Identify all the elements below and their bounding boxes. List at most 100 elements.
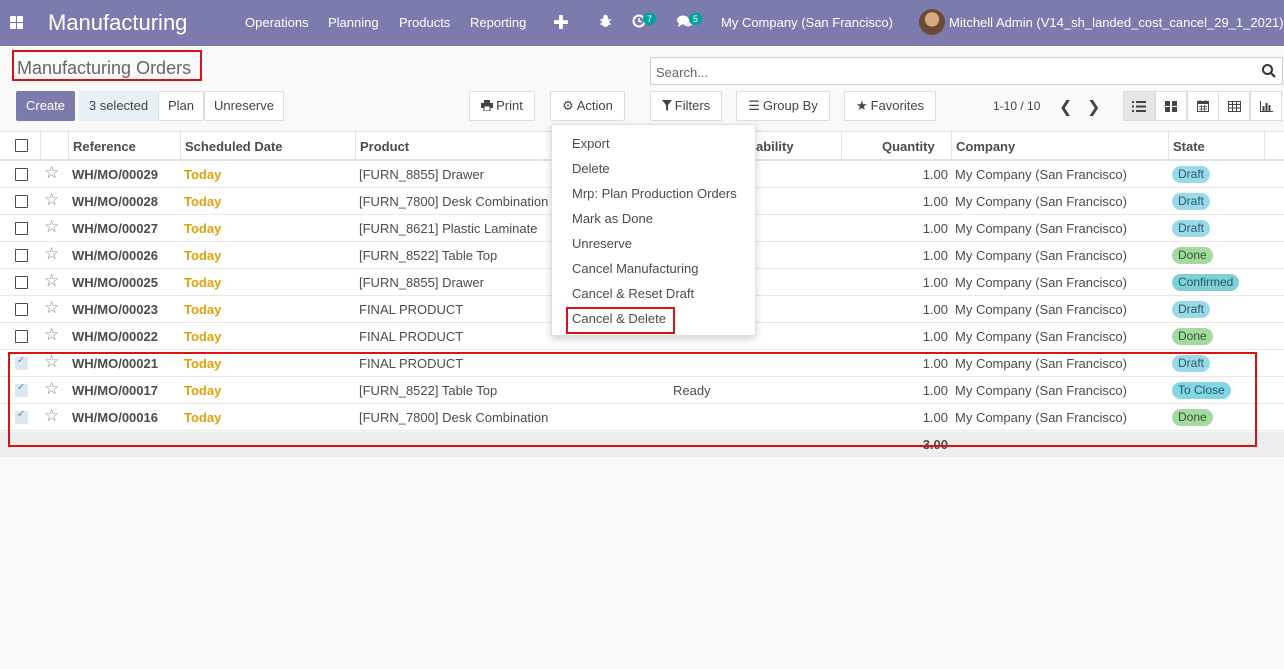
status-badge: Draft bbox=[1172, 193, 1211, 210]
group-by-button[interactable]: ☰ Group By bbox=[736, 91, 830, 121]
header-product[interactable]: Product bbox=[360, 139, 409, 154]
row-quantity: 1.00 bbox=[922, 248, 948, 263]
menu-products[interactable]: Products bbox=[399, 15, 450, 30]
highlight-selected-rows-box bbox=[8, 352, 1257, 447]
row-product: [FURN_7800] Desk Combination bbox=[359, 194, 549, 209]
plan-button[interactable]: Plan bbox=[158, 91, 204, 121]
row-reference: WH/MO/00026 bbox=[72, 248, 158, 263]
action-menu-item[interactable]: Cancel Manufacturing bbox=[572, 261, 698, 276]
graph-view-icon[interactable] bbox=[1250, 91, 1282, 121]
search-icon[interactable] bbox=[1261, 63, 1277, 79]
row-checkbox[interactable] bbox=[15, 303, 28, 316]
row-reference: WH/MO/00029 bbox=[72, 167, 158, 182]
header-state[interactable]: State bbox=[1173, 139, 1205, 154]
filters-button[interactable]: Filters bbox=[650, 91, 722, 121]
header-company[interactable]: Company bbox=[956, 139, 1015, 154]
menu-planning[interactable]: Planning bbox=[328, 15, 379, 30]
row-quantity: 1.00 bbox=[922, 194, 948, 209]
status-badge: Draft bbox=[1172, 220, 1211, 237]
pivot-view-icon[interactable] bbox=[1218, 91, 1250, 121]
row-product: FINAL PRODUCT bbox=[359, 329, 464, 344]
selected-count: 3 selected bbox=[79, 91, 158, 121]
highlight-cancel-delete-box bbox=[566, 307, 675, 334]
priority-star-icon[interactable]: ☆ bbox=[44, 326, 59, 343]
row-checkbox[interactable] bbox=[15, 330, 28, 343]
row-checkbox[interactable] bbox=[15, 222, 28, 235]
row-company: My Company (San Francisco) bbox=[955, 167, 1127, 182]
row-scheduled-date: Today bbox=[184, 194, 222, 209]
top-navbar: Manufacturing Operations Planning Produc… bbox=[0, 0, 1284, 46]
page-title: Manufacturing Orders bbox=[12, 50, 202, 81]
pager-next-icon[interactable]: ❯ bbox=[1087, 97, 1100, 117]
menu-reporting[interactable]: Reporting bbox=[470, 15, 526, 30]
favorites-label: Favorites bbox=[870, 98, 925, 113]
header-scheduled-date[interactable]: Scheduled Date bbox=[185, 139, 283, 154]
user-menu[interactable]: Mitchell Admin (V14_sh_landed_cost_cance… bbox=[949, 15, 1284, 30]
search-placeholder: Search... bbox=[656, 65, 709, 80]
row-quantity: 1.00 bbox=[922, 329, 948, 344]
company-switcher[interactable]: My Company (San Francisco) bbox=[721, 15, 893, 30]
row-scheduled-date: Today bbox=[184, 302, 222, 317]
row-checkbox[interactable] bbox=[15, 168, 28, 181]
list-lines-icon: ☰ bbox=[748, 98, 760, 113]
row-quantity: 1.00 bbox=[922, 275, 948, 290]
app-name: Manufacturing bbox=[48, 10, 188, 35]
header-reference[interactable]: Reference bbox=[73, 139, 136, 154]
status-badge: Draft bbox=[1172, 166, 1211, 183]
row-scheduled-date: Today bbox=[184, 221, 222, 236]
row-checkbox[interactable] bbox=[15, 276, 28, 289]
row-scheduled-date: Today bbox=[184, 248, 222, 263]
priority-star-icon[interactable]: ☆ bbox=[44, 191, 59, 208]
row-checkbox[interactable] bbox=[15, 195, 28, 208]
gear-icon: ⚙ bbox=[562, 98, 574, 113]
row-product: [FURN_8522] Table Top bbox=[359, 248, 498, 263]
row-scheduled-date: Today bbox=[184, 167, 222, 182]
action-menu-item[interactable]: Delete bbox=[572, 161, 610, 176]
header-quantity[interactable]: Quantity bbox=[882, 139, 935, 154]
row-scheduled-date: Today bbox=[184, 329, 222, 344]
activity-count-badge: 7 bbox=[643, 13, 657, 25]
priority-star-icon[interactable]: ☆ bbox=[44, 272, 59, 289]
apps-menu-icon[interactable] bbox=[10, 16, 23, 29]
unreserve-button[interactable]: Unreserve bbox=[204, 91, 284, 121]
header-availability[interactable]: ability bbox=[756, 139, 794, 154]
group-by-label: Group By bbox=[762, 98, 818, 113]
search-input[interactable]: Search... bbox=[650, 57, 1283, 85]
action-menu-item[interactable]: Mrp: Plan Production Orders bbox=[572, 186, 737, 201]
printer-icon bbox=[481, 93, 494, 121]
favorites-button[interactable]: ★ Favorites bbox=[844, 91, 936, 121]
user-avatar[interactable] bbox=[919, 9, 945, 35]
row-company: My Company (San Francisco) bbox=[955, 302, 1127, 317]
print-button[interactable]: Print bbox=[469, 91, 535, 121]
action-button[interactable]: ⚙ Action bbox=[550, 91, 625, 121]
priority-star-icon[interactable]: ☆ bbox=[44, 299, 59, 316]
row-reference: WH/MO/00028 bbox=[72, 194, 158, 209]
row-reference: WH/MO/00027 bbox=[72, 221, 158, 236]
row-checkbox[interactable] bbox=[15, 249, 28, 262]
filters-label: Filters bbox=[674, 98, 711, 113]
action-menu-item[interactable]: Cancel & Reset Draft bbox=[572, 286, 694, 301]
calendar-view-icon[interactable] bbox=[1187, 91, 1219, 121]
action-menu-item[interactable]: Export bbox=[572, 136, 610, 151]
create-button[interactable]: Create bbox=[16, 91, 75, 121]
row-quantity: 1.00 bbox=[922, 167, 948, 182]
quick-create-plus-icon[interactable]: ✚ bbox=[553, 12, 569, 35]
pager-value[interactable]: 1-10 / 10 bbox=[993, 99, 1040, 113]
row-company: My Company (San Francisco) bbox=[955, 329, 1127, 344]
list-view-icon[interactable] bbox=[1123, 91, 1155, 121]
priority-star-icon[interactable]: ☆ bbox=[44, 218, 59, 235]
kanban-view-icon[interactable] bbox=[1155, 91, 1187, 121]
row-reference: WH/MO/00022 bbox=[72, 329, 158, 344]
row-company: My Company (San Francisco) bbox=[955, 221, 1127, 236]
bug-icon[interactable] bbox=[599, 14, 612, 31]
priority-star-icon[interactable]: ☆ bbox=[44, 245, 59, 262]
row-product: [FURN_8855] Drawer bbox=[359, 275, 484, 290]
menu-operations[interactable]: Operations bbox=[245, 15, 309, 30]
row-quantity: 1.00 bbox=[922, 221, 948, 236]
pager-previous-icon[interactable]: ❮ bbox=[1059, 97, 1072, 117]
priority-star-icon[interactable]: ☆ bbox=[44, 164, 59, 181]
status-badge: Draft bbox=[1172, 301, 1211, 318]
select-all-checkbox[interactable] bbox=[15, 139, 28, 152]
action-menu-item[interactable]: Mark as Done bbox=[572, 211, 653, 226]
action-menu-item[interactable]: Unreserve bbox=[572, 236, 632, 251]
